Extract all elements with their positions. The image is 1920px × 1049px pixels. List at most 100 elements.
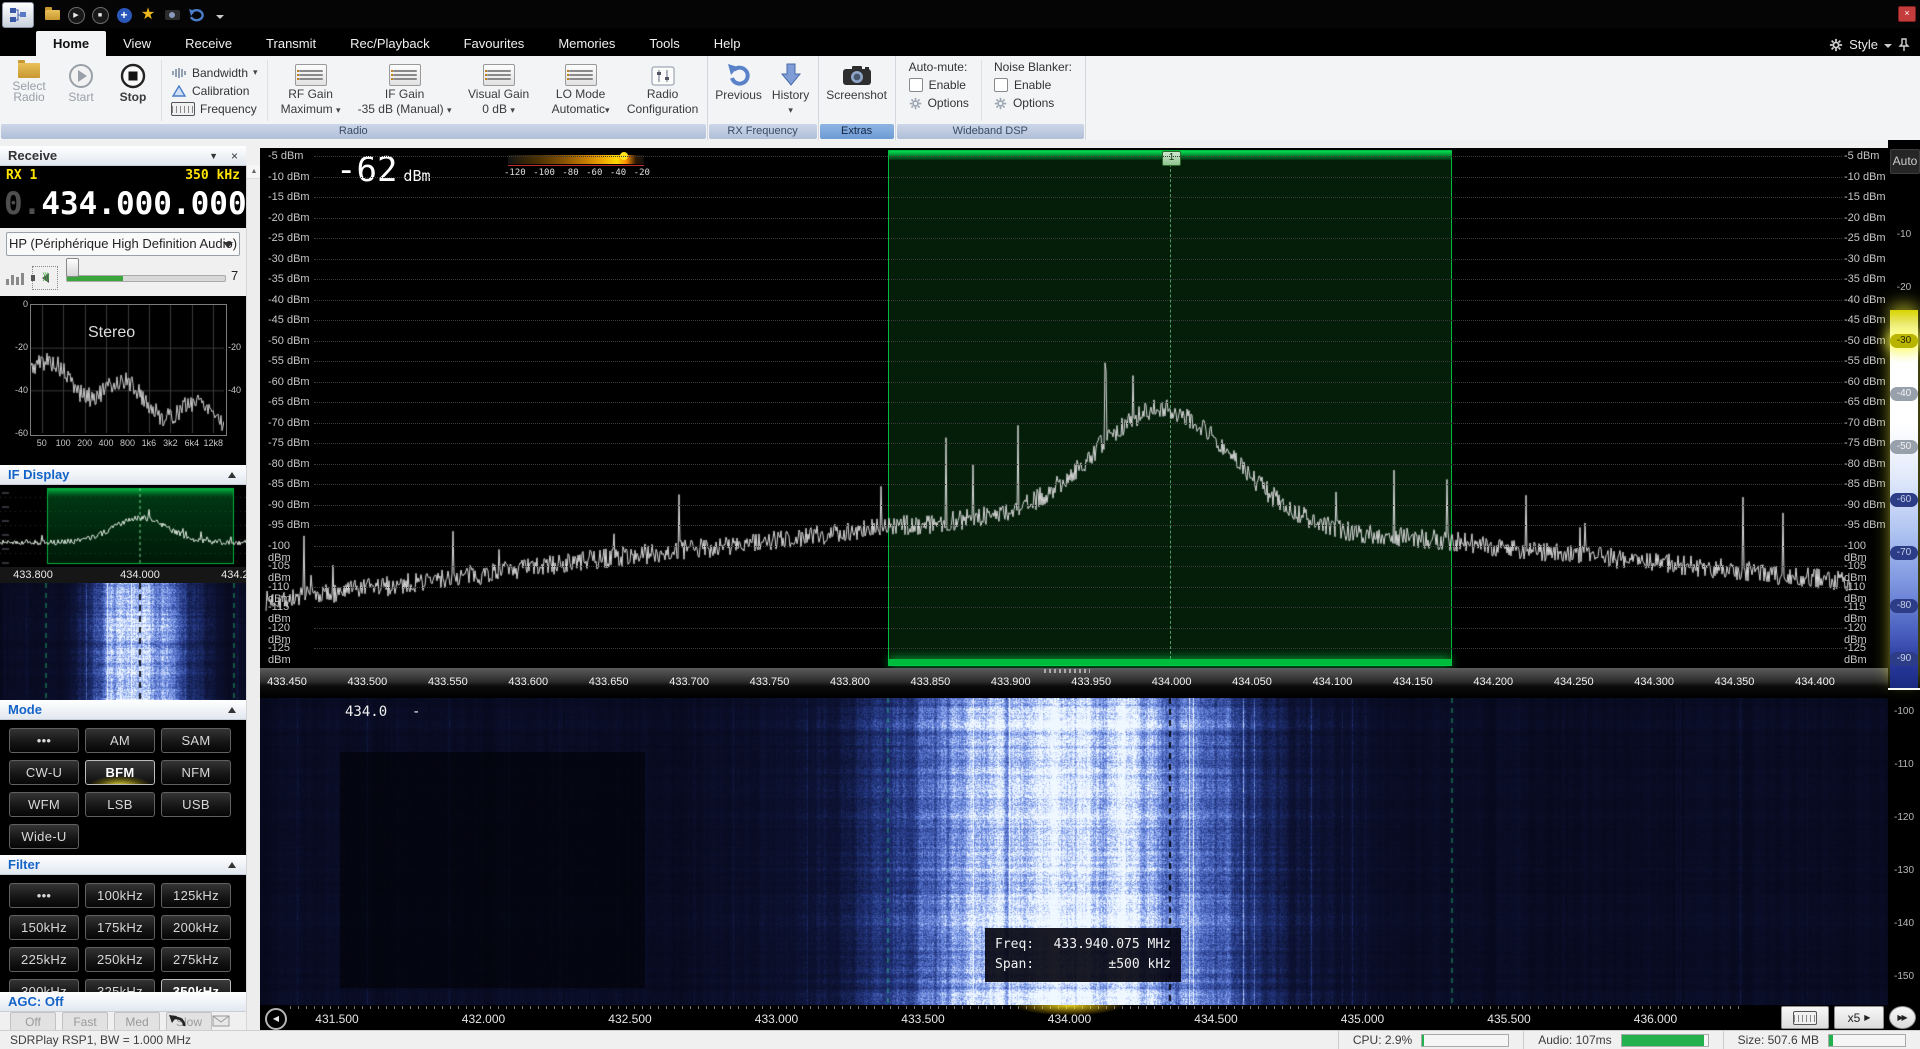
- calibration-button[interactable]: Calibration: [171, 84, 258, 98]
- agc-button-med[interactable]: Med: [114, 1012, 160, 1032]
- axis-scroll-indicator[interactable]: [1044, 669, 1090, 673]
- filter-button-275khz[interactable]: 275kHz: [161, 947, 231, 972]
- auto-mute-options[interactable]: Options: [909, 96, 969, 110]
- screenshot-button[interactable]: Screenshot: [822, 58, 892, 123]
- colour-scale-tick[interactable]: -50: [1890, 440, 1918, 454]
- panel-scrollbar[interactable]: ▲: [246, 165, 261, 1030]
- stop-quick-button[interactable]: ■: [90, 5, 110, 25]
- colour-scale-tick[interactable]: -30: [1890, 334, 1918, 348]
- lo-mode-button[interactable]: LO Mode Automatic▾: [540, 58, 622, 123]
- auto-mute-enable[interactable]: Enable: [909, 78, 969, 92]
- mode-button-usb[interactable]: USB: [161, 792, 231, 817]
- filter-button-225khz[interactable]: 225kHz: [9, 947, 79, 972]
- keyboard-entry-button[interactable]: [1781, 1006, 1829, 1029]
- spectrum-display[interactable]: -62dBm -120-100-80-60-40-20 1 -5 dBm-5 d…: [260, 148, 1888, 668]
- mode-button-am[interactable]: AM: [85, 728, 155, 753]
- mode-button-wide-u[interactable]: Wide-U: [9, 824, 79, 849]
- mode-button-sam[interactable]: SAM: [161, 728, 231, 753]
- tab-memories[interactable]: Memories: [541, 31, 632, 56]
- tab-transmit[interactable]: Transmit: [249, 31, 333, 56]
- scroll-up-icon[interactable]: ▲: [247, 165, 261, 179]
- colour-scale-tick[interactable]: -110: [1890, 758, 1918, 772]
- colour-scale-tick[interactable]: -140: [1890, 917, 1918, 931]
- colour-range-lower-bound[interactable]: [1888, 688, 1920, 690]
- marker-flag[interactable]: 1: [1162, 151, 1181, 166]
- screenshot-quick-button[interactable]: [162, 5, 182, 25]
- if-display-chart[interactable]: [0, 485, 246, 567]
- mute-toggle[interactable]: [32, 266, 58, 290]
- if-display-header[interactable]: IF Display: [0, 465, 246, 485]
- agc-header[interactable]: AGC: Off: [0, 992, 246, 1012]
- scroll-left-button[interactable]: ◀: [265, 1008, 287, 1030]
- tab-help[interactable]: Help: [697, 31, 758, 56]
- undo-button[interactable]: [186, 5, 206, 25]
- undo-arrow-icon[interactable]: [168, 1014, 188, 1028]
- mode-button-wfm[interactable]: WFM: [9, 792, 79, 817]
- colour-scale-tick[interactable]: -10: [1890, 228, 1918, 242]
- auto-scale-button[interactable]: Auto: [1890, 149, 1920, 174]
- collapse-icon[interactable]: [228, 707, 236, 713]
- colour-scale-tick[interactable]: -100: [1890, 705, 1918, 719]
- filter-button-250khz[interactable]: 250kHz: [85, 947, 155, 972]
- stop-button[interactable]: Stop: [107, 58, 159, 123]
- history-button[interactable]: History ▾: [767, 58, 815, 123]
- colour-scale-tick[interactable]: -80: [1890, 599, 1918, 613]
- if-waterfall-canvas[interactable]: [0, 583, 246, 700]
- colour-scale-tick[interactable]: -120: [1890, 811, 1918, 825]
- colour-scale-tick[interactable]: -60: [1890, 493, 1918, 507]
- agc-button-off[interactable]: Off: [10, 1012, 56, 1032]
- zoom-button[interactable]: x5▶: [1834, 1006, 1884, 1029]
- colour-scale-tick[interactable]: -70: [1890, 546, 1918, 560]
- colour-scale-tick[interactable]: -90: [1890, 652, 1918, 666]
- envelope-icon[interactable]: [212, 1015, 230, 1027]
- tab-home[interactable]: Home: [36, 31, 106, 56]
- filter-button-200khz[interactable]: 200kHz: [161, 915, 231, 940]
- tab-favourites[interactable]: Favourites: [447, 31, 542, 56]
- start-quick-button[interactable]: ▶: [66, 5, 86, 25]
- waterfall-frequency-scale[interactable]: 431.500432.000432.500433.000433.500434.0…: [260, 1005, 1740, 1030]
- noise-blanker-enable[interactable]: Enable: [994, 78, 1072, 92]
- fast-forward-button[interactable]: ▶▶: [1889, 1006, 1916, 1029]
- tab-tools[interactable]: Tools: [632, 31, 696, 56]
- volume-slider[interactable]: [66, 275, 226, 282]
- previous-button[interactable]: Previous: [711, 58, 767, 123]
- panel-close-icon[interactable]: ×: [231, 146, 238, 166]
- favourite-button[interactable]: ★: [138, 5, 158, 25]
- mode-button-cw-u[interactable]: CW-U: [9, 760, 79, 785]
- volume-slider-handle[interactable]: [66, 258, 79, 277]
- if-display-canvas[interactable]: [0, 485, 246, 567]
- pin-icon[interactable]: [1898, 38, 1910, 52]
- visual-gain-button[interactable]: Visual Gain 0 dB ▾: [458, 58, 540, 123]
- gear-icon[interactable]: [1829, 38, 1843, 52]
- checkbox-icon[interactable]: [994, 78, 1008, 92]
- collapse-icon[interactable]: [228, 472, 236, 478]
- colour-scale-tick[interactable]: -130: [1890, 864, 1918, 878]
- noise-blanker-options[interactable]: Options: [994, 96, 1072, 110]
- tab-receive[interactable]: Receive: [168, 31, 249, 56]
- filter-button-125khz[interactable]: 125kHz: [161, 883, 231, 908]
- filter-button-150khz[interactable]: 150kHz: [9, 915, 79, 940]
- panel-collapse-icon[interactable]: ▼: [209, 146, 218, 166]
- agc-button-fast[interactable]: Fast: [62, 1012, 108, 1032]
- tab-view[interactable]: View: [106, 31, 168, 56]
- if-waterfall[interactable]: [0, 583, 246, 700]
- collapse-icon[interactable]: [228, 862, 236, 868]
- mode-button-nfm[interactable]: NFM: [161, 760, 231, 785]
- mode-button-bfm[interactable]: BFM: [85, 760, 155, 785]
- tab-rec-playback[interactable]: Rec/Playback: [333, 31, 446, 56]
- colour-scale-tick[interactable]: -150: [1890, 970, 1918, 984]
- colour-scale-tick[interactable]: -20: [1890, 281, 1918, 295]
- checkbox-icon[interactable]: [909, 78, 923, 92]
- close-icon[interactable]: ×: [1898, 6, 1916, 22]
- start-button[interactable]: Start: [55, 58, 107, 123]
- equalizer-icon[interactable]: [6, 269, 26, 285]
- frequency-button[interactable]: Frequency: [171, 102, 258, 116]
- rf-gain-button[interactable]: RF Gain Maximum ▾: [270, 58, 352, 123]
- mode-button-dots[interactable]: •••: [9, 728, 79, 753]
- open-file-button[interactable]: [42, 5, 62, 25]
- filter-button-dots[interactable]: •••: [9, 883, 79, 908]
- mode-button-lsb[interactable]: LSB: [85, 792, 155, 817]
- quick-access-menu-button[interactable]: [210, 5, 230, 25]
- app-menu-button[interactable]: [2, 2, 34, 28]
- mode-header[interactable]: Mode: [0, 700, 246, 720]
